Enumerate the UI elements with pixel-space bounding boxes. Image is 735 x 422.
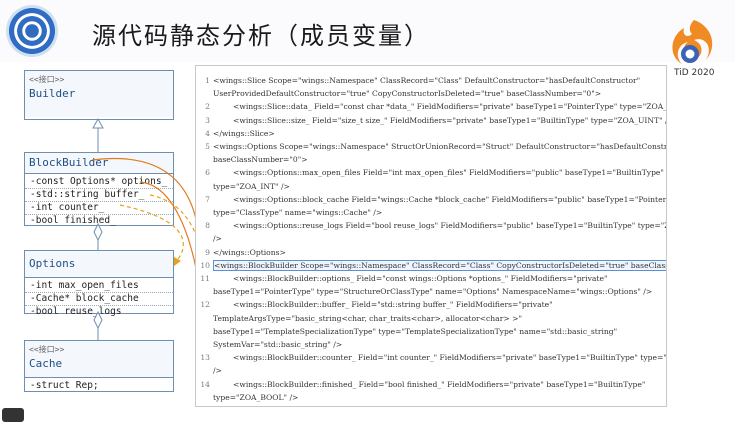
- attr-rep: -struct Rep;: [30, 380, 99, 391]
- line-number: 3: [205, 115, 210, 125]
- attr-max-open-files: -int max_open_files: [25, 280, 173, 293]
- code-line: type="ZOA_BOOL" />: [196, 393, 298, 402]
- line-number: 1: [205, 76, 210, 85]
- block-builder-class-name: BlockBuilder: [29, 156, 109, 169]
- code-text: baseType1="PointerType" type="StructureO…: [213, 287, 653, 297]
- code-line: />: [196, 366, 222, 375]
- code-line: 7 <wings::Options::block_cache Field="win…: [196, 194, 667, 204]
- code-text: baseClassNumber="0">: [213, 155, 308, 165]
- code-line: type="ClassType" name="wings::Cache" />: [196, 208, 382, 217]
- code-text: baseType1="TemplateSpecializationType" t…: [213, 326, 618, 336]
- code-text: </wings::Slice>: [213, 128, 275, 138]
- code-text: </wings::Options>: [213, 247, 286, 257]
- code-text: <wings::BlockBuilder Scope="wings::Names…: [213, 259, 666, 271]
- options-attributes: -int max_open_files -Cache* block_cache …: [25, 277, 173, 321]
- line-number: 4: [205, 128, 210, 138]
- code-line: 4 </wings::Slice>: [196, 129, 275, 138]
- code-line: TemplateArgsType="basic_string<char, cha…: [196, 314, 522, 323]
- uml-class-block-builder: BlockBuilder -const Options* options_ -s…: [24, 152, 174, 226]
- cache-stereotype: <<接口>>: [29, 345, 65, 354]
- code-line: SystemVar="std::basic_string" />: [196, 340, 342, 349]
- code-text: type="ZOA_BOOL" />: [213, 392, 299, 402]
- uml-class-cache: <<接口>> Cache -struct Rep;: [24, 340, 174, 392]
- screen-share-icon: [2, 408, 24, 422]
- attr-finished: -bool finished_: [30, 215, 116, 226]
- line-number: 5: [205, 142, 210, 151]
- attr-reuse-logs: -bool reuse_logs: [30, 306, 122, 317]
- line-number: 6: [205, 168, 210, 178]
- attr-block-cache: -Cache* block_cache: [25, 293, 173, 306]
- code-text: <wings::Options Scope="wings::Namespace"…: [213, 142, 667, 151]
- code-line: 13 <wings::BlockBuilder::counter_ Field="…: [196, 353, 667, 363]
- code-text: />: [213, 234, 222, 244]
- code-line: 11 <wings::BlockBuilder::options_ Field="…: [196, 274, 607, 283]
- line-number: 13: [200, 353, 210, 363]
- builder-stereotype: <<接口>>: [29, 75, 65, 84]
- code-text: <wings::Slice::data_ Field="const char *…: [233, 102, 667, 112]
- uml-class-options: Options -int max_open_files -Cache* bloc…: [24, 250, 174, 317]
- realization-arrowhead: [92, 117, 104, 129]
- cache-attributes: -struct Rep;: [25, 377, 173, 395]
- code-text: </wings::BlockBuilder>: [213, 406, 306, 407]
- code-line: baseType1="PointerType" type="StructureO…: [196, 287, 652, 296]
- code-line: 14 <wings::BlockBuilder::finished_ Field=…: [196, 380, 645, 389]
- code-line: baseClassNumber="0">: [196, 155, 308, 164]
- code-text: <wings::Options::block_cache Field="wing…: [233, 194, 667, 204]
- line-number: 14: [200, 379, 210, 389]
- code-text: SystemVar="std::basic_string" />: [213, 340, 343, 349]
- line-number: 8: [205, 221, 210, 231]
- code-line: 9 </wings::Options>: [196, 248, 286, 257]
- code-text: UserProvidedDefaultConstructor="true" Co…: [213, 89, 602, 99]
- code-line: 3 <wings::Slice::size_ Field="size_t size…: [196, 115, 667, 125]
- mapping-arrow-options-class-head: [174, 257, 181, 266]
- conference-logo-icon: [6, 5, 58, 57]
- code-line: 10 <wings::BlockBuilder Scope="wings::Nam…: [196, 259, 666, 271]
- code-text: TemplateArgsType="basic_string<char, cha…: [213, 313, 522, 323]
- code-text: />: [213, 366, 222, 376]
- attr-counter: -int counter_: [25, 202, 173, 215]
- code-line: type="ZOA_INT" />: [196, 182, 290, 191]
- code-line: />: [196, 234, 222, 243]
- line-number: 12: [200, 300, 210, 310]
- code-text: <wings::BlockBuilder::finished_ Field="b…: [233, 379, 646, 389]
- block-builder-attributes: -const Options* options_ -std::string bu…: [25, 173, 173, 230]
- code-line: 5 <wings::Options Scope="wings::Namespace…: [196, 142, 667, 151]
- code-line: 2 <wings::Slice::data_ Field="const char …: [196, 102, 667, 112]
- code-line: UserProvidedDefaultConstructor="true" Co…: [196, 89, 601, 98]
- cache-class-name: Cache: [29, 357, 63, 370]
- attr-options: -const Options* options_: [25, 176, 173, 189]
- code-text: <wings::Options::reuse_logs Field="bool …: [233, 221, 667, 231]
- code-line: 15</wings::BlockBuilder>: [196, 406, 306, 407]
- code-line: 8 <wings::Options::reuse_logs Field="bool…: [196, 221, 667, 231]
- code-text: <wings::BlockBuilder::counter_ Field="in…: [233, 353, 667, 363]
- line-number: 7: [205, 194, 210, 204]
- title-bar: 源代码静态分析（成员变量） TiD 2020: [0, 0, 735, 78]
- code-line: baseType1="TemplateSpecializationType" t…: [196, 327, 617, 336]
- attr-buffer: -std::string buffer_: [25, 189, 173, 202]
- line-number: 10: [200, 260, 210, 270]
- tid-flame-logo-icon: [672, 20, 713, 64]
- line-number: 9: [205, 247, 210, 257]
- tid-brand-label: TiD 2020: [674, 68, 715, 78]
- code-text: <wings::BlockBuilder::options_ Field="co…: [233, 274, 608, 283]
- code-text: <wings::Slice::size_ Field="size_t size_…: [233, 115, 667, 125]
- code-line: 12 <wings::BlockBuilder::buffer_ Field="s…: [196, 300, 553, 310]
- code-text: <wings::Options::max_open_files Field="i…: [233, 168, 664, 178]
- options-class-name: Options: [29, 257, 76, 270]
- code-text: type="ZOA_INT" />: [213, 181, 290, 191]
- code-line: 6 <wings::Options::max_open_files Field="…: [196, 168, 664, 177]
- line-number: 11: [200, 274, 210, 283]
- line-number: 15: [196, 406, 210, 407]
- code-line: 1 <wings::Slice Scope="wings::Namespace" …: [196, 76, 640, 85]
- builder-class-name: Builder: [29, 87, 76, 100]
- uml-class-builder: <<接口>> Builder: [24, 70, 174, 120]
- line-number: 2: [205, 102, 210, 112]
- code-panel[interactable]: 1 <wings::Slice Scope="wings::Namespace" …: [195, 65, 667, 407]
- code-text: <wings::BlockBuilder::buffer_ Field="std…: [233, 300, 553, 310]
- slide-title: 源代码静态分析（成员变量）: [92, 22, 430, 50]
- code-text: <wings::Slice Scope="wings::Namespace" C…: [213, 76, 641, 85]
- code-text: type="ClassType" name="wings::Cache" />: [213, 208, 383, 217]
